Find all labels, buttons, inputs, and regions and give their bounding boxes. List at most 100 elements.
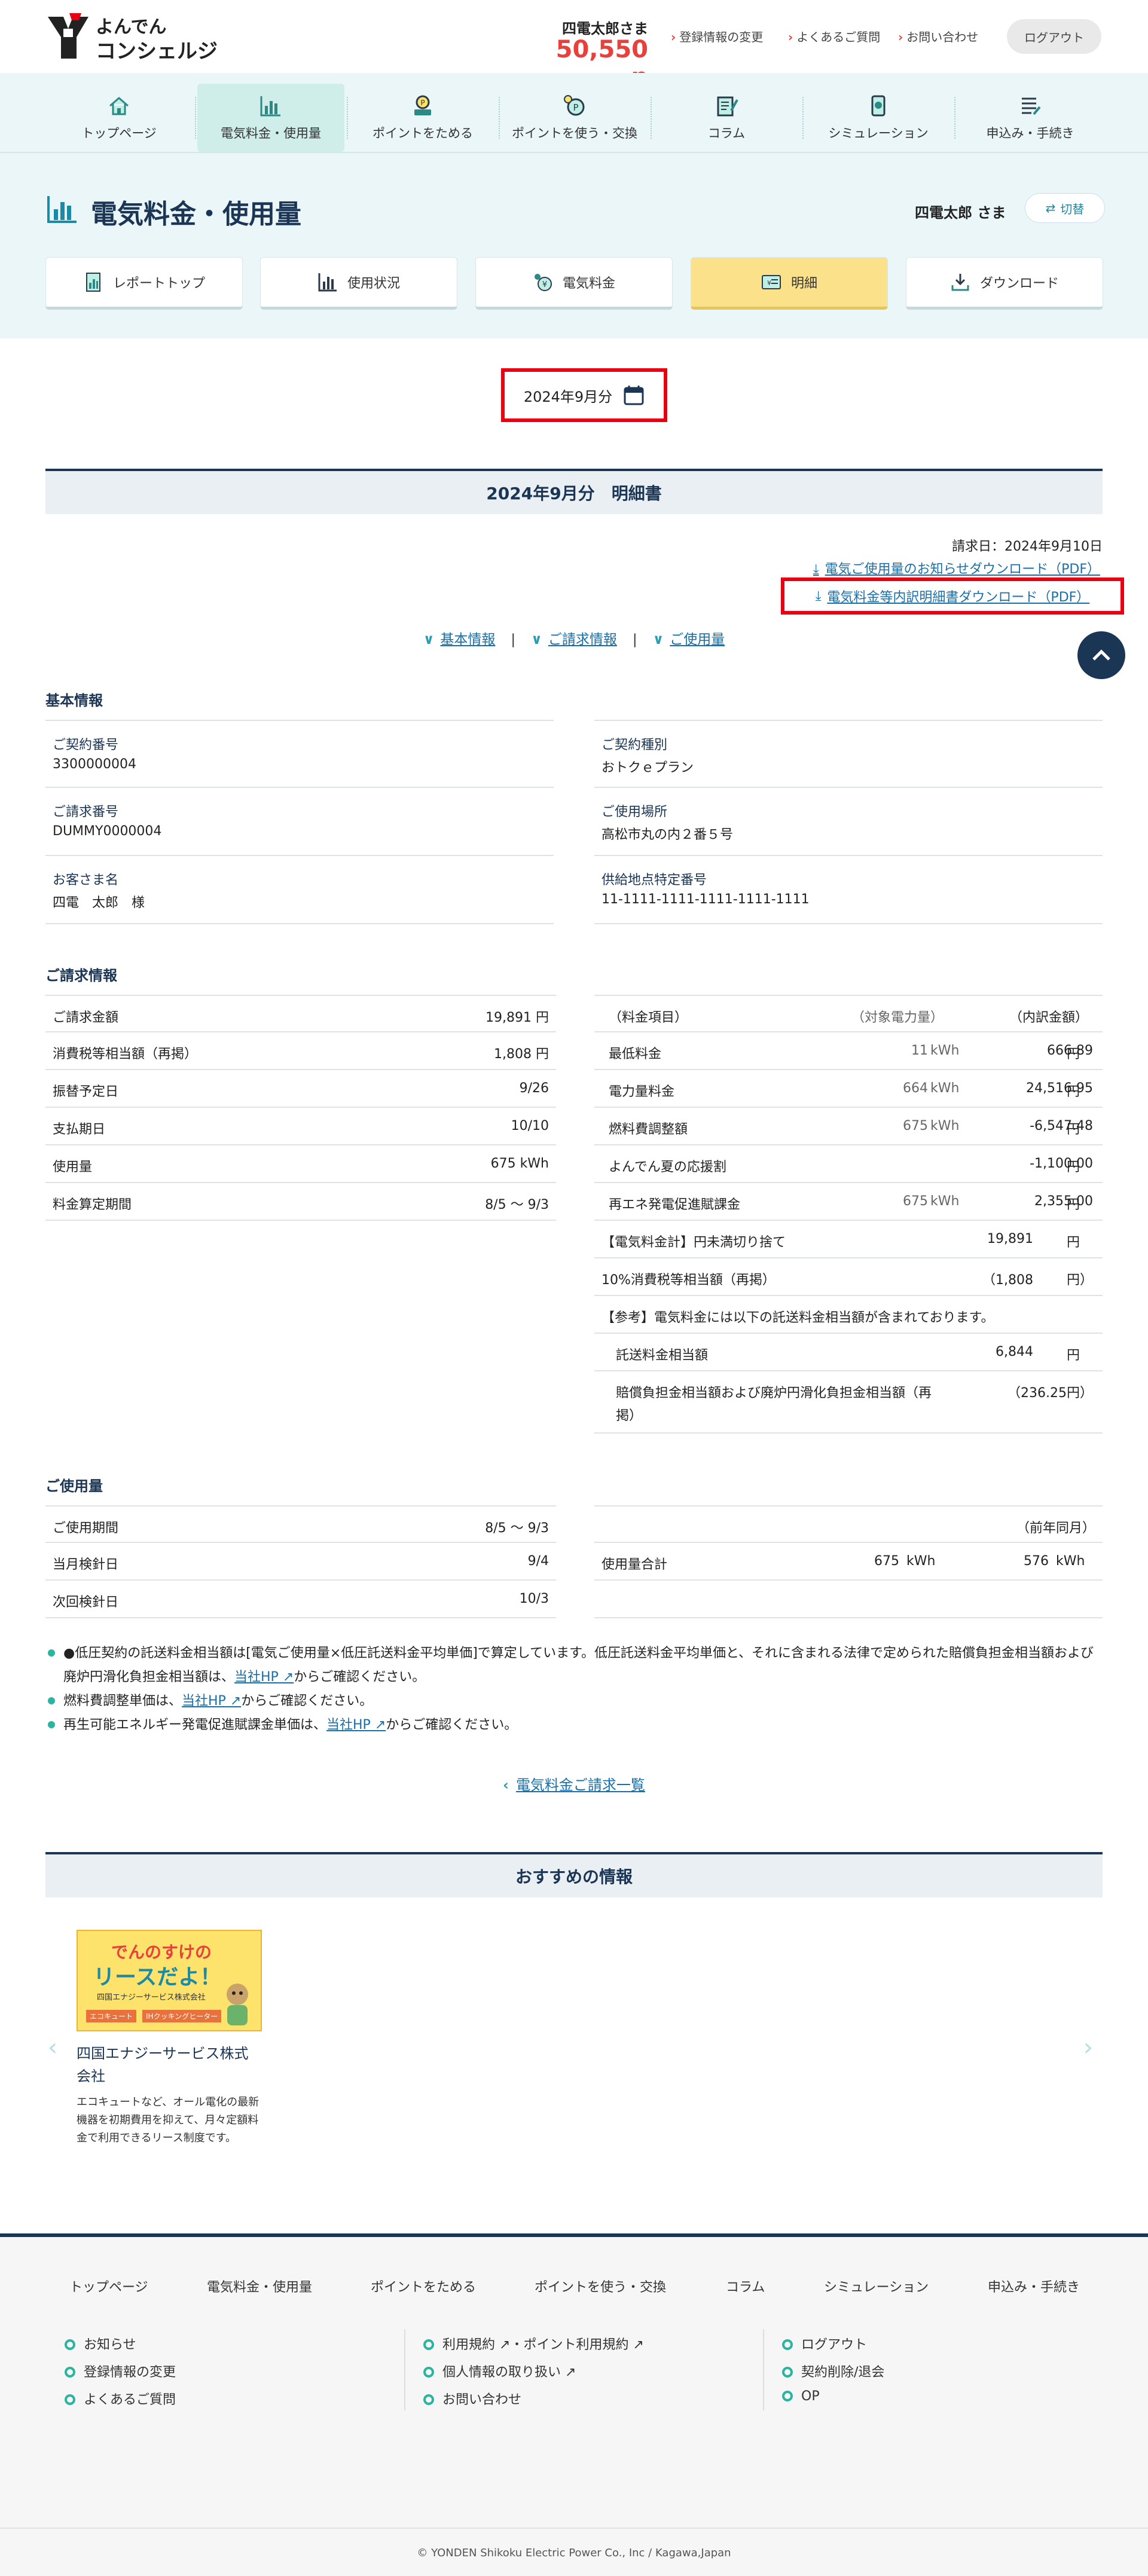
recommend-title: 四国エナジーサービス株式会社 [77, 2045, 249, 2085]
company-hp-link[interactable]: 当社HP ↗ [234, 1670, 294, 1685]
gnav-item-use-points[interactable]: P ポイントを使う・交換 [501, 84, 648, 152]
recommend-banner: でんのすけの リースだよ！ 四国エナジーサービス株式会社 エコキュート IHクッ… [77, 1930, 262, 2031]
tab-report-top[interactable]: レポートトップ [45, 257, 243, 310]
footer-link-point-terms[interactable]: ・ポイント利用規約 ↗ [510, 2337, 643, 2352]
gnav-item-fee-usage[interactable]: 電気料金・使用量 [197, 84, 344, 152]
breakdown-ref-note: 【参考】電気料金には以下の託送料金相当額が含まれております。 [594, 1296, 1103, 1334]
footer-link-faq[interactable]: よくあるご質問 [65, 2389, 176, 2408]
download-breakdown-link[interactable]: ⤓ 電気料金等内訳明細書ダウンロード（PDF） [781, 577, 1124, 615]
billing-row: 振替予定日 9/26 [45, 1070, 556, 1108]
billing-info-heading: ご請求情報 [45, 967, 117, 984]
global-nav: トップページ 電気料金・使用量 P ポイントをためる P ポイントを使う・交換 … [45, 84, 1103, 152]
svg-text:P: P [573, 102, 578, 113]
anchor-billing-info[interactable]: ∨ ご請求情報 [531, 632, 617, 647]
footer-nav-fee-usage[interactable]: 電気料金・使用量 [207, 2276, 312, 2296]
application-icon [1022, 97, 1041, 115]
footer-nav-top[interactable]: トップページ [69, 2276, 148, 2296]
footer-link-logout[interactable]: ログアウト [782, 2334, 867, 2353]
footer-divider [763, 2329, 764, 2410]
download-icon: ⤓ [813, 562, 819, 577]
footer-nav-use-points[interactable]: ポイントを使う・交換 [535, 2276, 666, 2296]
chevron-down-icon: ∨ [531, 632, 542, 647]
footer-nav-earn-points[interactable]: ポイントをためる [371, 2276, 476, 2296]
bullet-icon [782, 2367, 793, 2378]
usage-row: ご使用期間 8/5 〜 9/3 [45, 1505, 556, 1543]
switch-contract-button[interactable]: ⇄ 切替 [1025, 193, 1105, 223]
info-billing-number: ご請求番号 DUMMY0000004 [45, 788, 554, 856]
bill-list-link[interactable]: ‹ 電気料金ご請求一覧 [503, 1777, 645, 1793]
tab-statement[interactable]: ¥ 明細 [691, 257, 888, 310]
svg-text:¥: ¥ [767, 279, 771, 287]
gnav-item-earn-points[interactable]: P ポイントをためる [349, 84, 496, 152]
download-usage-notice-link[interactable]: ⤓ 電気ご使用量のお知らせダウンロード（PDF） [789, 558, 1100, 577]
external-link-icon: ↗ [495, 2337, 511, 2352]
header-link-profile[interactable]: › 登録情報の変更 [671, 27, 763, 45]
gnav-item-application[interactable]: 申込み・手続き [957, 84, 1104, 152]
footer-divider [404, 2329, 405, 2410]
chevron-up-icon [1092, 649, 1110, 661]
basic-info-heading: 基本情報 [45, 692, 103, 709]
info-contract-number: ご契約番号 3300000004 [45, 720, 554, 788]
nav-divider [802, 97, 804, 139]
footer-link-privacy[interactable]: 個人情報の取り扱い ↗ [423, 2361, 576, 2381]
breakdown-header-row: （料金項目） （対象電力量） （内訳金額） [594, 995, 1103, 1032]
point-use-icon: P [564, 95, 585, 116]
notes-list: ●低圧契約の託送料金相当額は[電気ご使用量×低圧託送料金平均単価]で算定していま… [45, 1642, 1103, 1737]
home-icon [109, 97, 129, 115]
info-customer-name: お客さま名 四電 太郎 様 [45, 856, 554, 924]
footer-link-withdraw[interactable]: 契約削除/退会 [782, 2361, 884, 2381]
header-link-faq[interactable]: › よくあるご質問 [788, 27, 880, 45]
bullet-icon [782, 2391, 793, 2401]
breakdown-row: 燃料費調整額 675 kWh -6,547.48 円 [594, 1108, 1103, 1145]
footer-link-contact[interactable]: お問い合わせ [423, 2389, 521, 2408]
bill-date: 請求日：2024年9月10日 [952, 539, 1103, 554]
billing-row: ご請求金額 19,891 円 [45, 995, 556, 1032]
tab-electricity-fee[interactable]: ¥ 電気料金 [475, 257, 673, 310]
page-user-name: 四電太郎 さま [915, 204, 1006, 221]
billing-row: 消費税等相当額（再掲） 1,808 円 [45, 1032, 556, 1070]
info-supply-point: 供給地点特定番号 11-1111-1111-1111-1111-1111 [594, 856, 1103, 924]
calendar-icon [624, 386, 644, 405]
tab-download[interactable]: ダウンロード [906, 257, 1103, 310]
anchor-nav: ∨ 基本情報 | ∨ ご請求情報 | ∨ ご使用量 [423, 632, 725, 647]
month-selector[interactable]: 2024年9月分 [501, 368, 667, 422]
nav-divider [195, 97, 196, 139]
company-hp-link[interactable]: 当社HP ↗ [182, 1694, 241, 1709]
carousel-next-button[interactable]: › [1083, 2034, 1093, 2061]
site-header: よんでん コンシェルジュ 四電太郎さま 50,550 p ›登録情報の変更 ›よ… [0, 0, 1148, 93]
tab-usage-status[interactable]: 使用状況 [260, 257, 457, 310]
info-contract-type: ご契約種別 おトクｅプラン [594, 720, 1103, 788]
site-logo[interactable]: よんでん コンシェルジュ [45, 11, 231, 93]
footer-link-profile[interactable]: 登録情報の変更 [65, 2361, 176, 2381]
gnav-item-top[interactable]: トップページ [45, 84, 193, 152]
chevron-left-icon: ‹ [503, 1777, 509, 1793]
logout-button[interactable]: ログアウト [1007, 19, 1101, 54]
footer-nav-application[interactable]: 申込み・手続き [988, 2276, 1080, 2296]
column-icon [717, 96, 738, 117]
fee-icon: ¥ [534, 274, 552, 291]
breakdown-compensation-row: 賠償負担金相当額および廃炉円滑化負担金相当額（再掲） （236.25 円） [594, 1371, 1103, 1434]
footer-link-news[interactable]: お知らせ [65, 2334, 136, 2353]
header-link-contact[interactable]: › お問い合わせ [898, 27, 978, 45]
anchor-usage[interactable]: ∨ ご使用量 [653, 632, 725, 647]
recommend-description: エコキュートなど、オール電化の最新機器を初期費用を抑えて、月々定額料金で利用でき… [77, 2096, 259, 2144]
gnav-item-simulation[interactable]: シミュレーション [805, 84, 952, 152]
footer-nav-simulation[interactable]: シミュレーション [824, 2276, 929, 2296]
nav-divider [499, 97, 500, 139]
chevron-left-icon: ‹ [48, 2034, 57, 2061]
gnav-item-column[interactable]: コラム [653, 84, 800, 152]
recommend-card[interactable]: でんのすけの リースだよ！ 四国エナジーサービス株式会社 エコキュート IHクッ… [77, 1930, 262, 2147]
usage-icon [318, 273, 337, 292]
footer-nav-column[interactable]: コラム [726, 2276, 765, 2296]
nav-divider [651, 97, 652, 139]
company-hp-link[interactable]: 当社HP ↗ [326, 1718, 386, 1732]
usage-empty-row [594, 1581, 1103, 1618]
footer-link-terms[interactable]: 利用規約 ↗ [442, 2337, 510, 2352]
page-top-button[interactable] [1077, 631, 1125, 679]
breakdown-row: 電力量料金 664 kWh 24,516.95 円 [594, 1070, 1103, 1108]
chevron-right-icon: › [898, 30, 903, 44]
footer-link-op[interactable]: OP [782, 2389, 820, 2404]
carousel-prev-button[interactable]: ‹ [48, 2034, 57, 2061]
external-link-icon: ↗ [370, 1718, 386, 1732]
anchor-basic-info[interactable]: ∨ 基本情報 [423, 632, 496, 647]
